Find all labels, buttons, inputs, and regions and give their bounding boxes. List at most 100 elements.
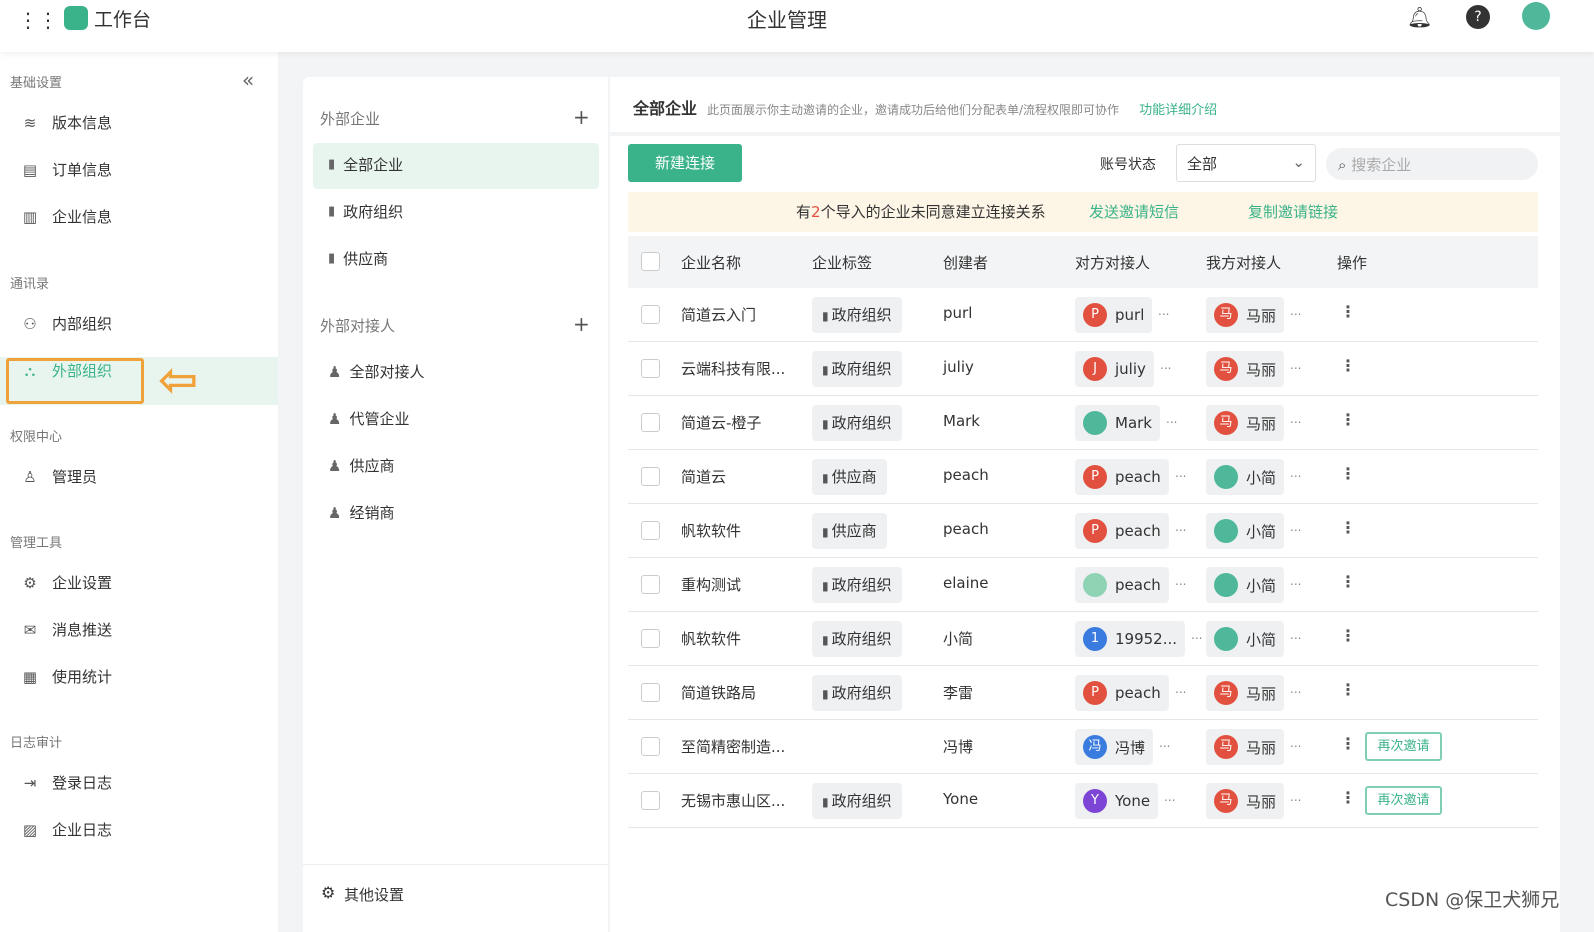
collapse-icon[interactable]: « — [242, 68, 254, 92]
their-contact-chip[interactable]: Ppurl — [1075, 297, 1153, 333]
sidebar-item[interactable]: ▤ 订单信息 — [20, 159, 112, 180]
more-contacts-icon[interactable]: ... — [1166, 412, 1177, 426]
row-checkbox[interactable] — [641, 467, 660, 486]
their-contact-chip[interactable]: peach — [1075, 567, 1169, 603]
more-contacts-icon[interactable]: ... — [1290, 466, 1301, 480]
add-contact-group-icon[interactable]: + — [573, 312, 590, 336]
table-row[interactable]: 重构测试 ▮ 政府组织 elaine peach... 小简... ⋮ — [628, 558, 1538, 612]
more-actions-icon[interactable]: ⋮ — [1340, 356, 1356, 375]
more-contacts-icon[interactable]: ... — [1290, 412, 1301, 426]
company-name[interactable]: 帆软软件 — [681, 520, 741, 541]
more-actions-icon[interactable]: ⋮ — [1340, 734, 1356, 753]
table-row[interactable]: 简道云-橙子 ▮ 政府组织 Mark Mark... 马马丽... ⋮ — [628, 396, 1538, 450]
their-contact-chip[interactable]: 1 19952... — [1075, 621, 1186, 657]
company-name[interactable]: 重构测试 — [681, 574, 741, 595]
more-contacts-icon[interactable]: ... — [1290, 574, 1301, 588]
sidebar-item[interactable]: ✉ 消息推送 — [20, 619, 112, 640]
sidebar-item[interactable]: ≋ 版本信息 — [20, 112, 112, 133]
company-name[interactable]: 简道铁路局 — [681, 682, 756, 703]
row-checkbox[interactable] — [641, 305, 660, 324]
help-icon[interactable]: ? — [1466, 5, 1490, 29]
sidebar-item[interactable]: ▥ 企业信息 — [20, 206, 112, 227]
reinvite-button[interactable]: 再次邀请 — [1365, 786, 1442, 815]
more-contacts-icon[interactable]: ... — [1290, 790, 1301, 804]
contact-category-item[interactable]: ♟ 代管企业 — [328, 408, 409, 429]
contact-category-item[interactable]: ♟ 供应商 — [328, 455, 394, 476]
row-checkbox[interactable] — [641, 683, 660, 702]
row-checkbox[interactable] — [641, 359, 660, 378]
more-contacts-icon[interactable]: ... — [1175, 682, 1186, 696]
ours-contact-chip[interactable]: 马马丽 — [1206, 297, 1285, 333]
category-item[interactable]: ▮ 供应商 — [328, 248, 388, 269]
bell-icon[interactable]: 🔔︎ — [1407, 5, 1432, 29]
more-contacts-icon[interactable]: ... — [1158, 304, 1169, 318]
table-row[interactable]: 云端科技有限... ▮ 政府组织 juliy Jjuliy... 马马丽... ⋮ — [628, 342, 1538, 396]
ours-contact-chip[interactable]: 小简 — [1206, 621, 1285, 657]
row-checkbox[interactable] — [641, 413, 660, 432]
add-company-group-icon[interactable]: + — [573, 105, 590, 129]
category-item[interactable]: ▮ 政府组织 — [328, 201, 403, 222]
more-contacts-icon[interactable]: ... — [1175, 574, 1186, 588]
app-title[interactable]: 工作台 — [94, 5, 151, 32]
category-item[interactable]: ▮ 全部企业 — [328, 154, 403, 175]
ours-contact-chip[interactable]: 马马丽 — [1206, 351, 1285, 387]
company-name[interactable]: 至简精密制造... — [681, 736, 785, 757]
more-contacts-icon[interactable]: ... — [1290, 358, 1301, 372]
company-name[interactable]: 帆软软件 — [681, 628, 741, 649]
company-name[interactable]: 无锡市惠山区... — [681, 790, 785, 811]
send-invite-sms-link[interactable]: 发送邀请短信 — [1089, 192, 1179, 232]
more-contacts-icon[interactable]: ... — [1160, 358, 1171, 372]
table-row[interactable]: 至简精密制造... 冯博冯冯博... 马马丽... ⋮ 再次邀请 — [628, 720, 1538, 774]
their-contact-chip[interactable]: 冯冯博 — [1075, 729, 1154, 765]
sidebar-item[interactable]: ▦ 使用统计 — [20, 666, 112, 687]
more-contacts-icon[interactable]: ... — [1191, 628, 1202, 642]
company-name[interactable]: 简道云入门 — [681, 304, 756, 325]
status-select[interactable]: 全部 ⌄ — [1176, 144, 1316, 182]
table-row[interactable]: 帆软软件 ▮ 政府组织 小简 1 19952...... 小简... ⋮ — [628, 612, 1538, 666]
company-name[interactable]: 云端科技有限... — [681, 358, 785, 379]
more-actions-icon[interactable]: ⋮ — [1340, 410, 1356, 429]
more-contacts-icon[interactable]: ... — [1290, 736, 1301, 750]
table-row[interactable]: 无锡市惠山区... ▮ 政府组织 Yone Y Yone... 马马丽... ⋮ 再次邀请 — [628, 774, 1538, 828]
their-contact-chip[interactable]: Mark — [1075, 405, 1160, 441]
their-contact-chip[interactable]: Y Yone — [1075, 783, 1159, 819]
company-name[interactable]: 简道云-橙子 — [681, 412, 761, 433]
ours-contact-chip[interactable]: 马马丽 — [1206, 405, 1285, 441]
more-actions-icon[interactable]: ⋮ — [1340, 302, 1356, 321]
reinvite-button[interactable]: 再次邀请 — [1365, 732, 1442, 761]
more-contacts-icon[interactable]: ... — [1290, 520, 1301, 534]
more-contacts-icon[interactable]: ... — [1290, 628, 1301, 642]
more-contacts-icon[interactable]: ... — [1164, 790, 1175, 804]
row-checkbox[interactable] — [641, 575, 660, 594]
row-checkbox[interactable] — [641, 521, 660, 540]
more-actions-icon[interactable]: ⋮ — [1340, 788, 1356, 807]
ours-contact-chip[interactable]: 马马丽 — [1206, 675, 1285, 711]
more-actions-icon[interactable]: ⋮ — [1340, 518, 1356, 537]
copy-invite-link[interactable]: 复制邀请链接 — [1248, 192, 1338, 232]
row-checkbox[interactable] — [641, 791, 660, 810]
more-contacts-icon[interactable]: ... — [1290, 682, 1301, 696]
their-contact-chip[interactable]: Ppeach — [1075, 513, 1169, 549]
search-input[interactable]: ⌕ 搜索企业 — [1326, 148, 1538, 180]
table-row[interactable]: 帆软软件 ▮ 供应商 peach Ppeach... 小简... ⋮ — [628, 504, 1538, 558]
more-actions-icon[interactable]: ⋮ — [1340, 680, 1356, 699]
table-row[interactable]: 简道铁路局 ▮ 政府组织 李雷 Ppeach... 马马丽... ⋮ — [628, 666, 1538, 720]
company-name[interactable]: 简道云 — [681, 466, 726, 487]
sidebar-item[interactable]: ▨ 企业日志 — [20, 819, 112, 840]
more-contacts-icon[interactable]: ... — [1175, 520, 1186, 534]
sidebar-item[interactable]: ♙ 管理员 — [20, 466, 97, 487]
their-contact-chip[interactable]: Ppeach — [1075, 459, 1169, 495]
ours-contact-chip[interactable]: 小简 — [1206, 567, 1285, 603]
table-row[interactable]: 简道云 ▮ 供应商 peach Ppeach... 小简... ⋮ — [628, 450, 1538, 504]
select-all-checkbox[interactable] — [641, 252, 660, 271]
sidebar-item[interactable]: ⇥ 登录日志 — [20, 772, 112, 793]
ours-contact-chip[interactable]: 小简 — [1206, 459, 1285, 495]
row-checkbox[interactable] — [641, 629, 660, 648]
contact-category-item[interactable]: ♟ 经销商 — [328, 502, 394, 523]
new-connection-button[interactable]: 新建连接 — [628, 144, 742, 182]
more-actions-icon[interactable]: ⋮ — [1340, 626, 1356, 645]
more-contacts-icon[interactable]: ... — [1290, 304, 1301, 318]
ours-contact-chip[interactable]: 小简 — [1206, 513, 1285, 549]
row-checkbox[interactable] — [641, 737, 660, 756]
sidebar-item[interactable]: ⚇ 内部组织 — [20, 313, 112, 334]
